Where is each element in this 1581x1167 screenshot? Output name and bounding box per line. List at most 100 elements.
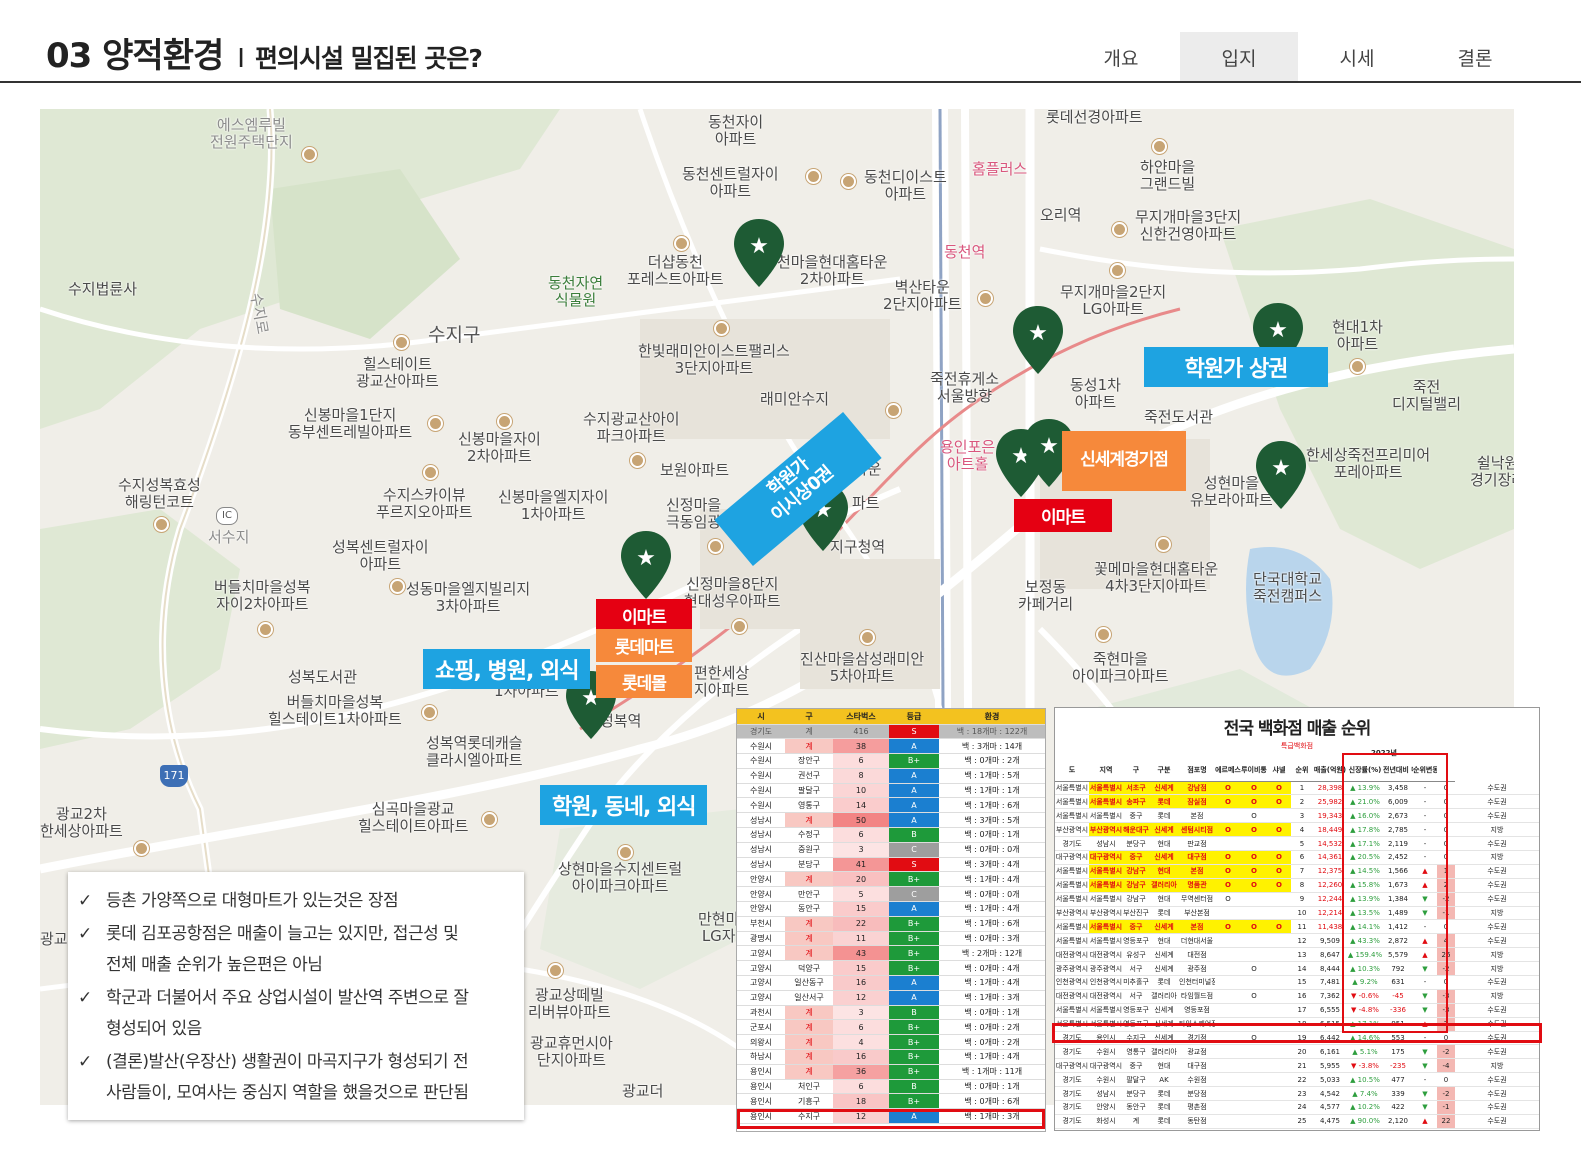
tab-price[interactable]: 시세 [1298, 32, 1416, 82]
table-cell: 동안구 [1123, 1100, 1149, 1115]
slide-page: 03 양적환경 I 편의시설 밀집된 곳은? 개요 입지 시세 결론 에스엠루빌… [0, 0, 1581, 1167]
table-cell: O [1215, 850, 1241, 865]
slide-title: 03 양적환경 I 편의시설 밀집된 곳은? [46, 28, 483, 77]
table-cell [1241, 1086, 1267, 1101]
table-cell: 판교점 [1179, 836, 1215, 851]
place-label: 동천디이스트 아파트 [864, 168, 947, 203]
star-pin-icon[interactable]: ★ [732, 217, 786, 289]
table-cell: 백 : 1개마 : 5개 [939, 768, 1045, 784]
table-cell: 미추홀구 [1123, 975, 1149, 990]
table-cell: 수도권 [1455, 1044, 1539, 1060]
apartment-marker [394, 335, 409, 350]
table-cell: 덕양구 [785, 960, 833, 977]
shopping-zone-tag: 쇼핑, 병원, 외식 [423, 649, 591, 689]
place-label: 더샵동천 포레스트아파트 [627, 253, 724, 288]
apartment-marker [258, 622, 273, 637]
table-cell: 유성구 [1123, 947, 1149, 963]
table-cell: 12 [1291, 933, 1313, 949]
table-cell: 용인시 [737, 1093, 785, 1110]
ranking-table: 도지역구구분점포명에르메스루이비통샤넬순위매출(억원)신장률(%)전년대비 매출… [1055, 759, 1539, 1129]
table-cell: 수원시 [737, 783, 785, 799]
table-row: 경기도 화성시 계 롯데 동탄점 25 4,475 ▲ 90.0% 2,120 ▲ 22 수도권 [1055, 1114, 1539, 1129]
table-cell: 광주광역시 [1055, 961, 1089, 976]
table-cell: 더현대서울 [1179, 933, 1215, 949]
table-cell: -2 [1437, 1044, 1455, 1060]
table-cell [1267, 961, 1291, 976]
table-cell: 24 [1291, 1100, 1313, 1115]
highlight-box [737, 1109, 1045, 1129]
place-label: 진산마을삼성래미안 5차아파트 [800, 650, 925, 685]
table-cell [1215, 1044, 1241, 1060]
table-cell: 22 [833, 916, 889, 932]
table-cell: 계 [785, 871, 833, 888]
star-pin-icon[interactable]: ★ [619, 529, 673, 601]
table-cell: 강남점 [1179, 781, 1215, 796]
table-cell: 1 [1291, 781, 1313, 796]
table-cell: 416 [833, 724, 889, 740]
tab-overview[interactable]: 개요 [1062, 32, 1180, 82]
table-cell: 3 [1291, 808, 1313, 824]
table-cell: 서울특별시 [1089, 808, 1123, 824]
table-cell: 권선구 [785, 768, 833, 784]
star-pin-icon[interactable]: ★ [1011, 304, 1065, 376]
table-cell: 의왕시 [737, 1034, 785, 1051]
place-label: 용인포은 아트홀 [940, 438, 996, 473]
table-cell: 강남구 [1123, 878, 1149, 893]
table-cell: 평촌점 [1179, 1100, 1215, 1115]
table-cell: 41 [833, 857, 889, 873]
place-label: 신봉마을1단지 동부센트레빌아파트 [288, 406, 413, 441]
place-label: 수지성복효성 해링턴코트 [118, 476, 201, 511]
table-cell: 대전광역시 [1089, 947, 1123, 963]
apartment-marker [674, 236, 689, 251]
place-label: 무지개마을3단지 신한건영아파트 [1135, 208, 1242, 243]
table-cell: 백 : 3개마 : 5개 [939, 812, 1045, 829]
table-cell: 성남시 [737, 842, 785, 858]
star-pin-icon[interactable]: ★ [1254, 439, 1308, 511]
table-cell: 광명시 [737, 931, 785, 947]
table-cell: 계 [785, 916, 833, 932]
table-cell: 6 [833, 1079, 889, 1095]
tab-conclusion[interactable]: 결론 [1416, 32, 1534, 82]
table-cell: 수도권 [1455, 933, 1539, 949]
table-cell: 수도권 [1455, 1114, 1539, 1129]
check-icon: ✓ [78, 988, 92, 1008]
table-cell: 11 [1291, 919, 1313, 935]
table-cell: 서초구 [1123, 781, 1149, 796]
table-row: 용인시 기흥구 18 B+ 백 : 0개마 : 6개 [737, 1093, 1045, 1110]
table-cell: -2 [1437, 1086, 1455, 1101]
table-cell: 서울특별시 [1055, 919, 1089, 935]
table-cell: 수도권 [1455, 919, 1539, 935]
table-cell: 분당점 [1179, 1086, 1215, 1101]
place-label: 서수지 [208, 528, 250, 546]
apartment-marker [422, 705, 437, 720]
table-row: 광주광역시 광주광역시 서구 신세계 광주점 O 14 8,444 ▲ 10.3% 792 ▼ -2 지… [1055, 961, 1539, 976]
place-label: 래미안수지 [760, 390, 830, 408]
table-cell: 용인시 [737, 1064, 785, 1080]
table-cell: 팔달구 [785, 783, 833, 799]
table-cell: 23 [1291, 1086, 1313, 1101]
table-cell: 백 : 18개마 : 122개 [939, 724, 1045, 740]
table-cell: O [1241, 781, 1267, 796]
table-cell [1241, 1114, 1267, 1129]
table-cell: 대전광역시 [1089, 989, 1123, 1004]
table-cell: 대전광역시 [1055, 989, 1089, 1004]
column-header: 구 [1123, 759, 1149, 782]
column-header: 도 [1055, 759, 1089, 782]
table-cell: 중구 [1123, 919, 1149, 935]
place-label: 동성1차 아파트 [1070, 376, 1121, 411]
table-row: 용인시 계 36 B+ 백 : 1개마 : 11개 [737, 1064, 1045, 1080]
table-row: 안양시 동안구 15 A 백 : 1개마 : 4개 [737, 901, 1045, 917]
apartment-marker [978, 291, 993, 306]
tab-location[interactable]: 입지 [1180, 32, 1298, 82]
table-cell: 2,120 [1383, 1114, 1413, 1129]
apartment-marker [497, 414, 512, 429]
table-cell [1267, 1100, 1291, 1115]
table-cell: 수도권 [1455, 1100, 1539, 1115]
table-cell: B+ [889, 1093, 939, 1110]
apartment-marker [423, 465, 438, 480]
place-label: 현대1차 아파트 [1332, 318, 1383, 353]
table-cell: 6 [833, 753, 889, 769]
table-cell: S [889, 724, 939, 740]
column-header: 순위 [1291, 759, 1313, 782]
table-cell: 백 : 0개마 : 6개 [939, 1093, 1045, 1110]
